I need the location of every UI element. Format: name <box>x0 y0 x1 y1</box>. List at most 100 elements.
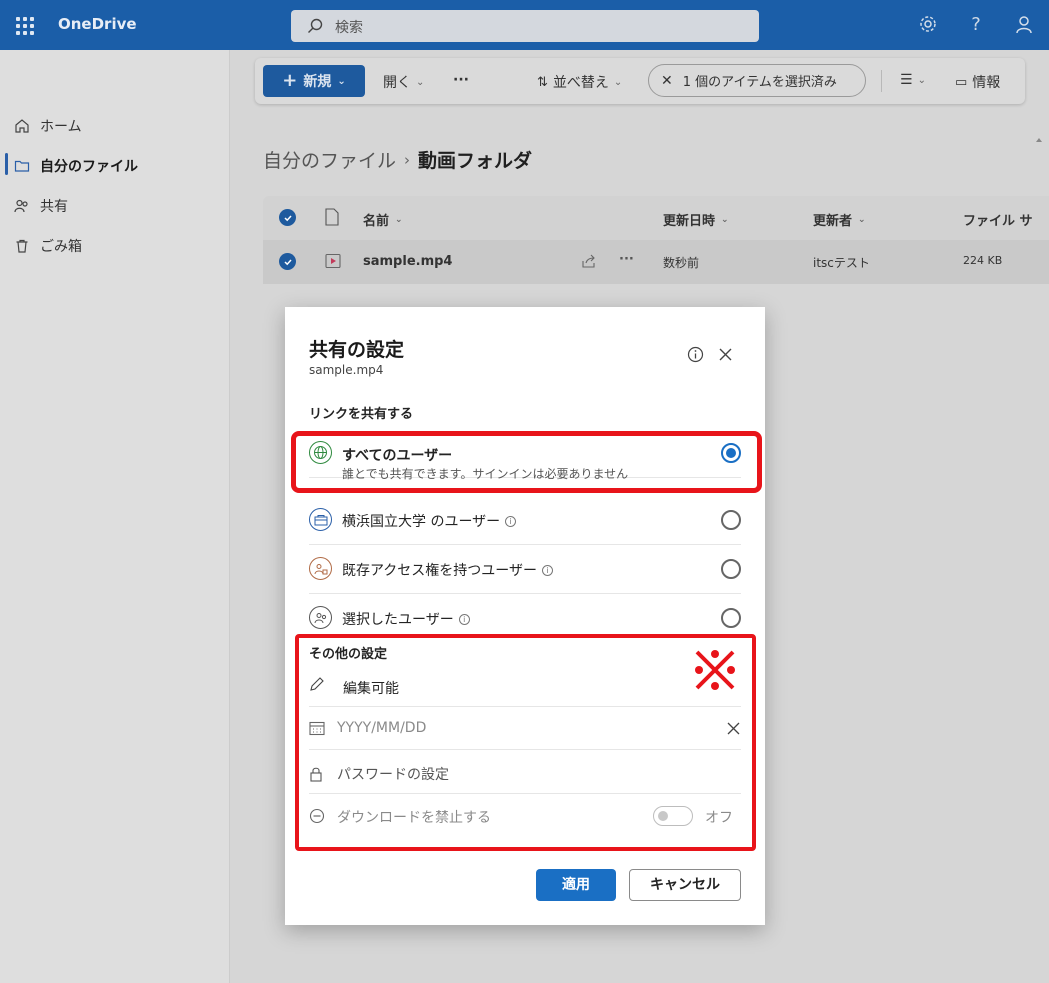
block-download-label: ダウンロードを禁止する <box>337 810 491 826</box>
top-bar: OneDrive 検索 ? <box>0 0 1049 50</box>
search-box[interactable]: 検索 <box>291 10 759 42</box>
view-options-button[interactable]: ☰ ⌄ <box>900 72 926 88</box>
select-all-checkbox[interactable] <box>279 209 296 226</box>
info-small-icon[interactable]: i <box>458 613 470 625</box>
block-minus-icon <box>309 808 325 824</box>
password-field[interactable]: パスワードの設定 <box>309 752 741 794</box>
help-question-icon[interactable]: ? <box>965 14 987 36</box>
toggle-state-label: オフ <box>705 810 733 826</box>
open-button-label: 開く <box>383 75 411 91</box>
permission-label: 編集可能 <box>343 681 399 697</box>
chevron-down-icon: ⌄ <box>721 214 729 225</box>
password-input[interactable]: パスワードの設定 <box>337 764 449 784</box>
breadcrumb-parent[interactable]: 自分のファイル <box>263 146 396 173</box>
column-header-modified-by[interactable]: 更新者 ⌄ <box>813 210 866 229</box>
sharing-settings-dialog: 共有の設定 sample.mp4 リンクを共有する すべてのユーザー 誰とでも共… <box>285 307 765 925</box>
chevron-down-icon: ⌄ <box>858 214 866 225</box>
share-icon[interactable] <box>581 253 597 269</box>
sort-button-label: 並べ替え <box>552 75 609 91</box>
file-size: 224 KB <box>963 254 1003 267</box>
info-small-icon[interactable]: i <box>505 515 517 527</box>
video-file-icon <box>325 253 341 269</box>
permission-dropdown[interactable]: 編集可能 <box>309 665 741 707</box>
app-title[interactable]: OneDrive <box>58 15 137 33</box>
clear-date-icon[interactable] <box>727 722 740 735</box>
sidebar-item-home[interactable]: ホーム <box>14 112 82 140</box>
breadcrumb-current: 動画フォルダ <box>418 150 533 172</box>
column-header-label: 名前 <box>363 214 390 229</box>
other-settings-label: その他の設定 <box>309 647 388 662</box>
home-icon <box>15 119 29 133</box>
toolbar-divider <box>881 70 882 92</box>
option-label-row: 横浜国立大学 のユーザー i <box>342 511 517 531</box>
info-icon[interactable] <box>687 346 704 363</box>
radio-existing-access[interactable] <box>721 559 741 579</box>
sort-button[interactable]: ⇅ 並べ替え ⌄ <box>537 72 622 92</box>
lock-icon <box>310 767 322 782</box>
plus-icon: + <box>282 70 298 91</box>
chevron-down-icon: ⌄ <box>613 76 623 88</box>
user-person-icon[interactable] <box>1013 14 1035 36</box>
sort-icon: ⇅ <box>537 74 548 90</box>
search-input[interactable]: 検索 <box>335 17 363 37</box>
option-label-row: 選択したユーザー i <box>342 609 470 629</box>
table-row[interactable]: sample.mp4 ··· 数秒前 itscテスト 224 KB <box>263 240 1049 284</box>
block-download-toggle[interactable] <box>653 806 693 826</box>
file-list-header: 名前 ⌄ 更新日時 ⌄ 更新者 ⌄ ファイル サ <box>263 196 1049 240</box>
column-header-label: 更新日時 <box>663 214 716 229</box>
file-type-icon <box>325 208 339 226</box>
selection-count-label: 1 個のアイテムを選択済み <box>682 75 837 90</box>
radio-organization[interactable] <box>721 510 741 530</box>
sidebar-item-my-files[interactable]: 自分のファイル <box>14 152 138 180</box>
option-label: 選択したユーザー <box>342 612 454 628</box>
file-modified: 数秒前 <box>663 256 700 270</box>
list-view-icon: ☰ <box>900 72 913 88</box>
sidebar-item-label: ごみ箱 <box>40 239 82 255</box>
column-header-size[interactable]: ファイル サ <box>963 210 1033 229</box>
info-small-icon[interactable]: i <box>542 564 554 576</box>
sidebar-item-shared[interactable]: 共有 <box>14 192 68 220</box>
clear-selection-icon[interactable]: ✕ <box>661 73 673 89</box>
cancel-button[interactable]: キャンセル <box>629 869 741 901</box>
option-organization[interactable]: 横浜国立大学 のユーザー i <box>309 496 741 545</box>
date-input[interactable]: YYYY/MM/DD <box>337 720 426 736</box>
scroll-up-arrow-icon[interactable] <box>1035 110 1043 170</box>
expiration-date-field[interactable]: YYYY/MM/DD <box>309 708 741 750</box>
column-header-name[interactable]: 名前 ⌄ <box>363 210 403 229</box>
file-name-link[interactable]: sample.mp4 <box>363 254 452 269</box>
column-header-modified[interactable]: 更新日時 ⌄ <box>663 210 729 229</box>
trash-icon <box>16 239 28 253</box>
breadcrumb: 自分のファイル › 動画フォルダ <box>263 146 532 173</box>
search-icon <box>308 18 323 33</box>
info-pane-button[interactable]: ▭ 情報 <box>955 72 1000 92</box>
more-actions-button[interactable]: ··· <box>453 72 469 88</box>
sidebar-item-label: 自分のファイル <box>40 159 138 175</box>
option-label-row: 既存アクセス権を持つユーザー i <box>342 560 554 580</box>
breadcrumb-separator-icon: › <box>404 150 411 169</box>
column-header-label: ファイル サ <box>963 214 1033 229</box>
option-existing-access[interactable]: 既存アクセス権を持つユーザー i <box>309 545 741 594</box>
folder-icon <box>14 160 30 172</box>
settings-gear-icon[interactable] <box>917 14 939 36</box>
block-download-row: ダウンロードを禁止する オフ <box>309 795 741 837</box>
info-button-label: 情報 <box>972 75 1001 91</box>
apply-button[interactable]: 適用 <box>536 869 616 901</box>
red-highlight-box <box>291 431 762 493</box>
people-icon <box>14 199 28 213</box>
open-button[interactable]: 開く ⌄ <box>383 72 424 92</box>
people-lock-icon <box>309 557 332 580</box>
command-bar: + 新規 ⌄ 開く ⌄ ··· ⇅ 並べ替え ⌄ ✕ 1 個のアイテムを選択済み… <box>255 58 1025 104</box>
app-launcher-icon[interactable] <box>16 17 34 35</box>
sidebar-item-label: 共有 <box>40 199 68 215</box>
row-checkbox[interactable] <box>279 253 296 270</box>
radio-specific-people[interactable] <box>721 608 741 628</box>
new-button[interactable]: + 新規 ⌄ <box>263 65 365 97</box>
selection-count-pill[interactable]: ✕ 1 個のアイテムを選択済み <box>648 64 866 97</box>
file-modified-by: itscテスト <box>813 256 870 270</box>
organization-icon <box>309 508 332 531</box>
row-more-icon[interactable]: ··· <box>619 252 634 267</box>
column-header-label: 更新者 <box>813 214 853 229</box>
info-pane-icon: ▭ <box>955 74 968 90</box>
sidebar-item-recycle-bin[interactable]: ごみ箱 <box>14 232 82 260</box>
close-icon[interactable] <box>718 347 733 362</box>
